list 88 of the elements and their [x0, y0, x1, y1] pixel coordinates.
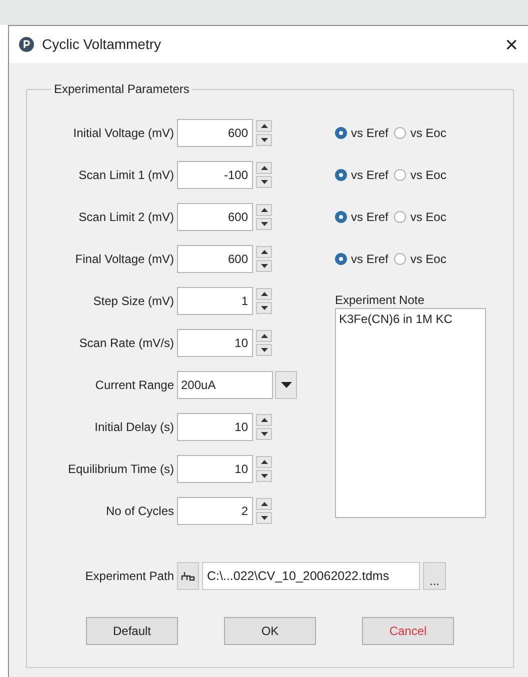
note-label: Experiment Note: [335, 292, 426, 308]
spin-up-button[interactable]: [256, 120, 272, 132]
field-label: Scan Limit 1 (mV): [78, 167, 175, 184]
spin-up-button[interactable]: [256, 162, 272, 174]
hierarchy-icon: [181, 571, 195, 581]
radio-button[interactable]: [394, 211, 406, 223]
down-arrow-icon: [260, 474, 268, 478]
field-label: Equilibrium Time (s): [66, 461, 175, 478]
group-title: Experimental Parameters: [51, 81, 192, 97]
spin-down-button[interactable]: [256, 470, 272, 482]
spin-down-button[interactable]: [256, 344, 272, 356]
dropdown-button[interactable]: [275, 371, 297, 399]
up-arrow-icon: [260, 334, 268, 338]
number-field[interactable]: -100: [177, 161, 253, 189]
spin-down-button[interactable]: [256, 302, 272, 314]
note-text-area[interactable]: K3Fe(CN)6 in 1M KC: [335, 308, 486, 518]
field-label: Final Voltage (mV): [74, 251, 175, 268]
number-field[interactable]: 10: [177, 413, 253, 441]
number-field[interactable]: 600: [177, 245, 253, 273]
dropdown-field[interactable]: 200uA: [177, 371, 273, 399]
spin-up-button[interactable]: [256, 498, 272, 510]
number-field[interactable]: 10: [177, 329, 253, 357]
radio-option[interactable]: vs Eoc: [394, 208, 446, 226]
field-label: Step Size (mV): [92, 293, 175, 310]
radio-option[interactable]: vs Eref: [335, 124, 388, 142]
up-arrow-icon: [260, 460, 268, 464]
spin-down-button[interactable]: [256, 260, 272, 272]
spin-down-button[interactable]: [256, 134, 272, 146]
spin-down-button[interactable]: [256, 512, 272, 524]
spin-up-button[interactable]: [256, 204, 272, 216]
number-field[interactable]: 1: [177, 287, 253, 315]
spin-up-button[interactable]: [256, 288, 272, 300]
down-arrow-icon: [260, 432, 268, 436]
number-field[interactable]: 600: [177, 203, 253, 231]
up-arrow-icon: [260, 250, 268, 254]
up-arrow-icon: [260, 166, 268, 170]
radio-option[interactable]: vs Eoc: [394, 166, 446, 184]
radio-button[interactable]: [335, 211, 347, 223]
radio-option[interactable]: vs Eref: [335, 208, 388, 226]
field-label: Scan Limit 2 (mV): [78, 209, 175, 226]
radio-option[interactable]: vs Eoc: [394, 250, 446, 268]
field-label: Current Range: [94, 377, 175, 394]
spin-down-button[interactable]: [256, 218, 272, 230]
spin-up-button[interactable]: [256, 456, 272, 468]
field-label: No of Cycles: [104, 503, 175, 520]
window-title: Cyclic Voltammetry: [42, 35, 162, 54]
number-field[interactable]: 2: [177, 497, 253, 525]
radio-option[interactable]: vs Eoc: [394, 124, 446, 142]
radio-option[interactable]: vs Eref: [335, 166, 388, 184]
dialog-button[interactable]: Cancel: [362, 617, 454, 645]
browse-button[interactable]: ...: [423, 562, 446, 590]
radio-option[interactable]: vs Eref: [335, 250, 388, 268]
path-field[interactable]: C:\...022\CV_10_20062022.tdms: [202, 562, 420, 590]
down-arrow-icon: [260, 264, 268, 268]
spin-up-button[interactable]: [256, 246, 272, 258]
spin-down-button[interactable]: [256, 428, 272, 440]
field-label: Initial Delay (s): [94, 419, 175, 436]
down-arrow-icon: [260, 348, 268, 352]
up-arrow-icon: [260, 208, 268, 212]
down-arrow-icon: [260, 138, 268, 142]
app-logo-icon: [19, 37, 34, 52]
down-arrow-icon: [280, 382, 292, 388]
radio-button[interactable]: [335, 253, 347, 265]
down-arrow-icon: [260, 516, 268, 520]
up-arrow-icon: [260, 502, 268, 506]
down-arrow-icon: [260, 306, 268, 310]
radio-button[interactable]: [335, 127, 347, 139]
dialog-button[interactable]: Default: [86, 617, 178, 645]
field-label: Experiment Path: [84, 568, 175, 585]
number-field[interactable]: 10: [177, 455, 253, 483]
up-arrow-icon: [260, 124, 268, 128]
field-label: Initial Voltage (mV): [72, 125, 175, 142]
dialog-button[interactable]: OK: [224, 617, 316, 645]
radio-button[interactable]: [394, 253, 406, 265]
radio-button[interactable]: [394, 127, 406, 139]
up-arrow-icon: [260, 418, 268, 422]
radio-button[interactable]: [394, 169, 406, 181]
down-arrow-icon: [260, 222, 268, 226]
radio-button[interactable]: [335, 169, 347, 181]
spin-up-button[interactable]: [256, 414, 272, 426]
close-button[interactable]: ×: [501, 34, 522, 56]
field-label: Scan Rate (mV/s): [78, 335, 175, 352]
down-arrow-icon: [260, 180, 268, 184]
number-field[interactable]: 600: [177, 119, 253, 147]
spin-up-button[interactable]: [256, 330, 272, 342]
up-arrow-icon: [260, 292, 268, 296]
path-icon-button[interactable]: [177, 562, 199, 590]
spin-down-button[interactable]: [256, 176, 272, 188]
